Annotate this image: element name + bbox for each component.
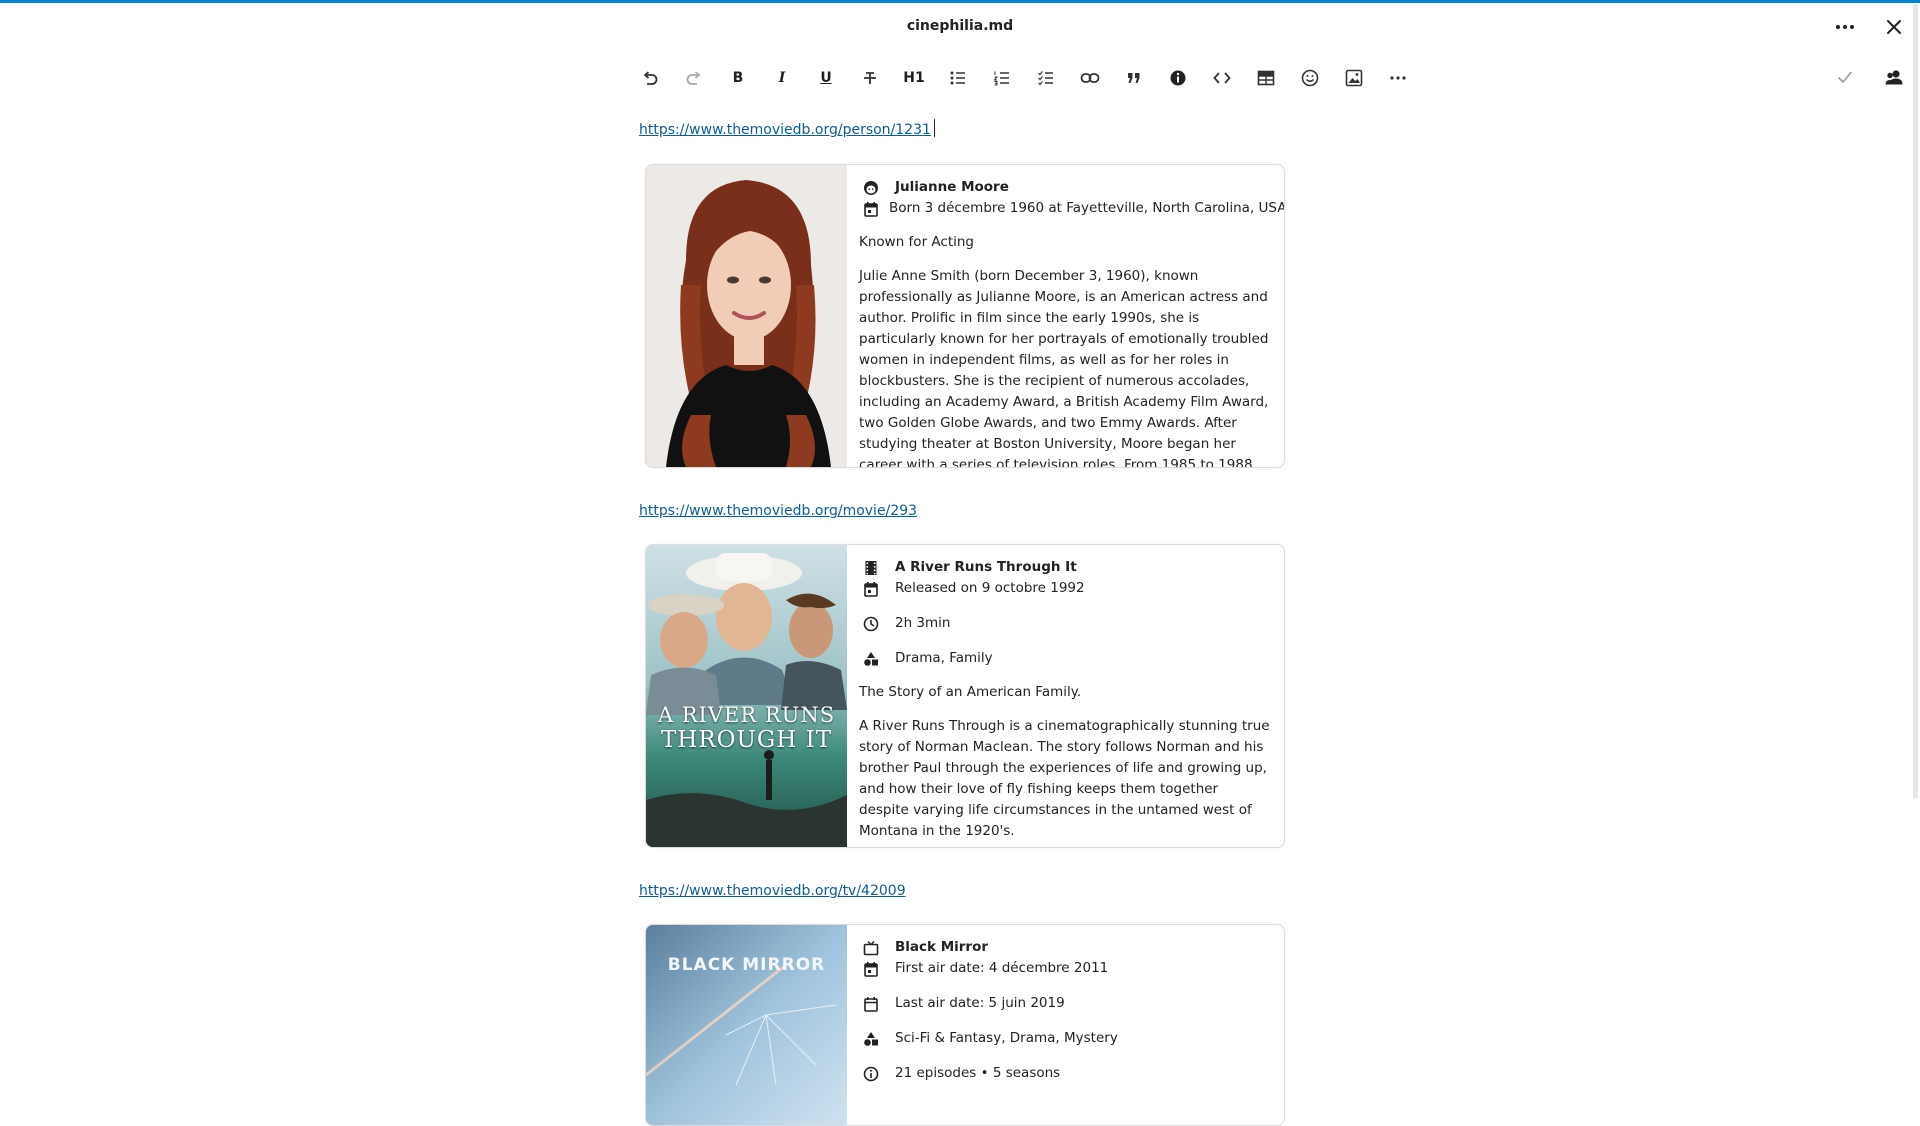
info-outline-icon: [863, 1063, 885, 1084]
movie-genres: Drama, Family: [895, 650, 993, 666]
link-icon[interactable]: [1068, 60, 1112, 96]
emoji-icon[interactable]: [1288, 60, 1332, 96]
calendar-blank-icon: [863, 993, 885, 1014]
calendar-icon: [863, 958, 885, 979]
movie-overview: A River Runs Through is a cinematographi…: [859, 718, 1270, 839]
code-icon[interactable]: [1200, 60, 1244, 96]
italic-button[interactable]: I: [760, 60, 804, 96]
movie-info: A River Runs Through It Released on 9 oc…: [859, 557, 1272, 842]
heading-button[interactable]: H1: [892, 60, 936, 96]
more-formatting-icon[interactable]: [1376, 60, 1420, 96]
check-icon: [1832, 64, 1858, 90]
movie-poster-title-line2: THROUGH IT: [660, 727, 833, 753]
formatting-toolbar: B I U H1: [628, 60, 1420, 96]
shapes-icon: [863, 648, 885, 669]
movie-poster: A RIVER RUNS THROUGH IT: [646, 545, 847, 847]
tv-info: Black Mirror First air date: 4 décembre …: [859, 937, 1272, 1084]
undo-icon[interactable]: [628, 60, 672, 96]
scrollbar[interactable]: [1913, 4, 1918, 799]
movie-preview-card[interactable]: A RIVER RUNS THROUGH IT A River Runs Thr…: [645, 544, 1285, 848]
movie-runtime: 2h 3min: [895, 615, 951, 631]
person-photo: [646, 165, 847, 467]
redo-icon[interactable]: [672, 60, 716, 96]
users-icon[interactable]: [1881, 64, 1907, 90]
accent-top-border: [0, 0, 1920, 3]
image-icon[interactable]: [1332, 60, 1376, 96]
checklist-icon[interactable]: [1024, 60, 1068, 96]
tv-icon: [863, 937, 885, 958]
text-cursor: [933, 119, 935, 137]
info-icon[interactable]: [1156, 60, 1200, 96]
movie-poster-title-line1: A RIVER RUNS: [657, 703, 836, 727]
person-birth: Born 3 décembre 1960 at Fayetteville, No…: [889, 200, 1285, 216]
table-icon[interactable]: [1244, 60, 1288, 96]
person-known-for: Known for Acting: [859, 234, 975, 250]
ordered-list-icon[interactable]: [980, 60, 1024, 96]
movie-release-date: Released on 9 octobre 1992: [895, 580, 1085, 596]
person-link[interactable]: https://www.themoviedb.org/person/1231: [639, 118, 931, 142]
editor-content[interactable]: https://www.themoviedb.org/person/1231: [639, 118, 1299, 142]
close-icon[interactable]: [1877, 12, 1911, 42]
underline-button[interactable]: U: [804, 60, 848, 96]
bold-button[interactable]: B: [716, 60, 760, 96]
strikethrough-icon[interactable]: [848, 60, 892, 96]
tv-first-air-date: First air date: 4 décembre 2011: [895, 960, 1109, 976]
tv-link[interactable]: https://www.themoviedb.org/tv/42009: [639, 879, 906, 903]
bullet-list-icon[interactable]: [936, 60, 980, 96]
tv-genres: Sci-Fi & Fantasy, Drama, Mystery: [895, 1030, 1118, 1046]
tv-episodes: 21 episodes • 5 seasons: [895, 1065, 1061, 1081]
person-preview-card[interactable]: Julianne Moore Born 3 décembre 1960 at F…: [645, 164, 1285, 468]
clock-icon: [863, 613, 885, 634]
tv-last-air-date: Last air date: 5 juin 2019: [895, 995, 1065, 1011]
movie-tagline: The Story of an American Family.: [859, 684, 1082, 700]
movie-title: A River Runs Through It: [895, 559, 1077, 575]
ellipsis-icon[interactable]: [1828, 12, 1862, 42]
tv-poster: BLACK MIRROR: [646, 925, 847, 1125]
calendar-icon: [863, 578, 885, 599]
film-icon: [863, 557, 885, 578]
movie-link[interactable]: https://www.themoviedb.org/movie/293: [639, 499, 917, 523]
shapes-icon: [863, 1028, 885, 1049]
person-name: Julianne Moore: [895, 179, 1009, 195]
person-biography: Julie Anne Smith (born December 3, 1960)…: [859, 268, 1269, 468]
document-title: cinephilia.md: [906, 18, 1014, 34]
person-face-icon: [863, 177, 885, 198]
quote-icon[interactable]: [1112, 60, 1156, 96]
tv-poster-title: BLACK MIRROR: [667, 955, 826, 975]
calendar-icon: [863, 198, 879, 219]
tv-preview-card[interactable]: BLACK MIRROR Black Mirror First air date…: [645, 924, 1285, 1126]
person-info: Julianne Moore Born 3 décembre 1960 at F…: [859, 177, 1284, 468]
tv-title: Black Mirror: [895, 939, 989, 955]
